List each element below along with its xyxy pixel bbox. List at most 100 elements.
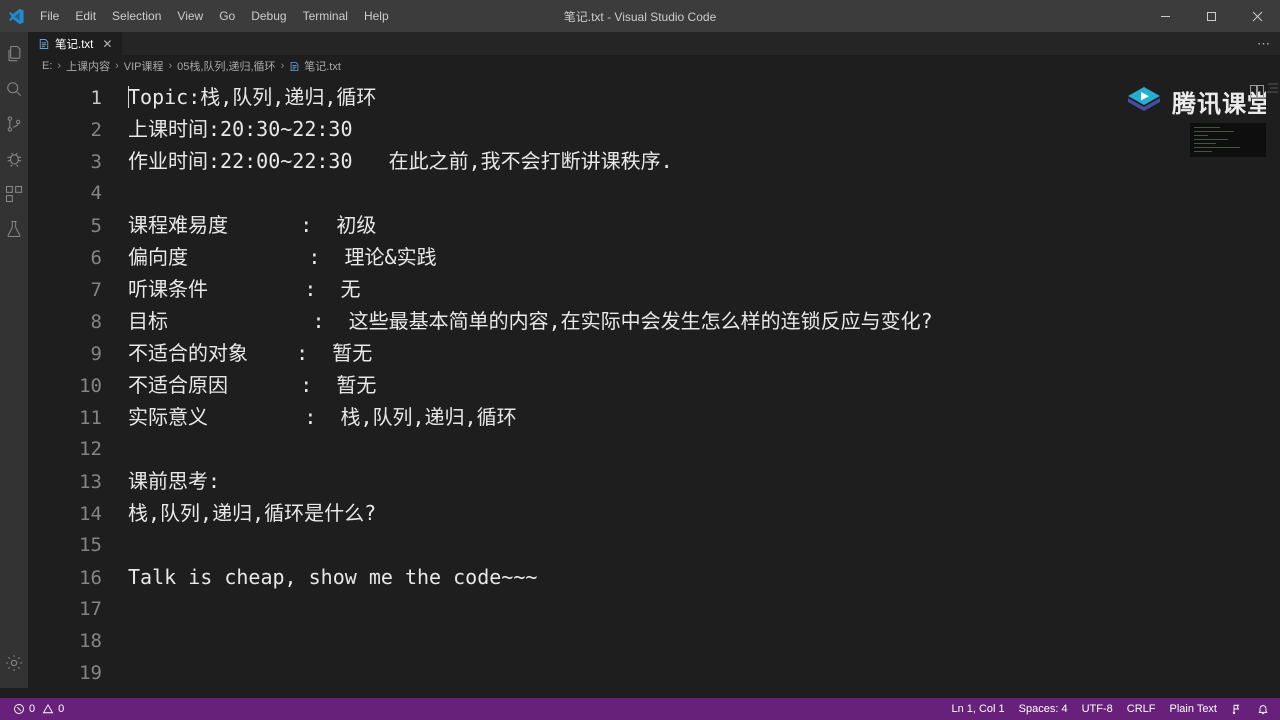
code-line[interactable]: 7 听课条件 : 无: [28, 273, 1280, 305]
line-number: 16: [79, 567, 102, 589]
menu-bar: File Edit Selection View Go Debug Termin…: [32, 0, 397, 32]
line-number: 12: [79, 438, 102, 460]
line-number: 17: [79, 598, 102, 620]
line-number: 9: [90, 343, 102, 365]
code-lines: 1 Topic:栈,队列,递归,循环 2 上课时间:20:30~22:30 3 作业时间:…: [28, 77, 1280, 688]
breadcrumb-separator: ›: [168, 60, 173, 72]
tab-notes-txt[interactable]: 笔记.txt ✕: [28, 32, 124, 55]
code-line[interactable]: 3 作业时间:22:00~22:30 在此之前,我不会打断讲课秩序.: [28, 145, 1280, 177]
breadcrumb-separator: ›: [57, 60, 62, 72]
line-text: 听课条件 : 无: [128, 277, 361, 301]
debug-icon[interactable]: [0, 141, 28, 176]
notifications-bell-icon[interactable]: [1250, 698, 1276, 720]
extensions-icon[interactable]: [0, 176, 28, 211]
line-text: 课程难易度 : 初级: [128, 213, 377, 237]
gear-icon[interactable]: [0, 645, 28, 680]
file-text-icon: [38, 38, 50, 50]
code-line[interactable]: 18: [28, 625, 1280, 657]
vscode-window: File Edit Selection View Go Debug Termin…: [0, 0, 1280, 720]
error-count: 0: [29, 703, 36, 715]
line-text: 栈,队列,递归,循环是什么?: [128, 501, 377, 525]
watermark-thumbnail: [1190, 123, 1266, 157]
breadcrumb-file-label: 笔记.txt: [304, 61, 341, 73]
feedback-icon[interactable]: [1224, 698, 1250, 720]
line-text: 目标 : 这些最基本简单的内容,在实际中会发生怎么样的连锁反应与变化?: [128, 309, 933, 333]
restore-button[interactable]: [1188, 0, 1234, 32]
code-line[interactable]: 6 偏向度 : 理论&实践: [28, 241, 1280, 273]
vscode-logo-icon: [0, 0, 32, 32]
encoding-status[interactable]: UTF-8: [1075, 698, 1120, 720]
line-number: 6: [90, 247, 102, 269]
code-line[interactable]: 15: [28, 529, 1280, 561]
language-mode-status[interactable]: Plain Text: [1163, 698, 1225, 720]
menu-item-edit[interactable]: Edit: [67, 0, 104, 32]
menu-item-selection[interactable]: Selection: [104, 0, 169, 32]
line-number: 5: [90, 215, 102, 237]
close-button[interactable]: [1234, 0, 1280, 32]
breadcrumb-separator: ›: [280, 60, 285, 72]
line-number: 8: [90, 311, 102, 333]
breadcrumb-item-folder-1[interactable]: 上课内容: [66, 58, 110, 74]
more-actions-icon[interactable]: ⋯: [1251, 37, 1276, 50]
line-number: 14: [79, 503, 102, 525]
breadcrumb-item-folder-2[interactable]: VIP课程: [124, 58, 164, 74]
source-control-icon[interactable]: [0, 106, 28, 141]
status-bar: 0 0 Ln 1, Col 1 Spaces: 4 UTF-8 CRLF Pla…: [0, 698, 1280, 720]
line-number: 2: [90, 119, 102, 141]
line-text-content: Topic:栈,队列,递归,循环: [128, 85, 377, 109]
problems-status[interactable]: 0 0: [6, 698, 71, 720]
code-line[interactable]: 16 Talk is cheap, show me the code~~~: [28, 561, 1280, 593]
cursor-position-status[interactable]: Ln 1, Col 1: [944, 698, 1011, 720]
menu-item-view[interactable]: View: [169, 0, 211, 32]
code-line[interactable]: 8 目标 : 这些最基本简单的内容,在实际中会发生怎么样的连锁反应与变化?: [28, 305, 1280, 337]
line-number: 10: [79, 375, 102, 397]
menu-item-help[interactable]: Help: [356, 0, 397, 32]
explorer-icon[interactable]: [0, 36, 28, 71]
breadcrumb-separator: ›: [115, 60, 119, 72]
line-number: 3: [90, 151, 102, 173]
line-text: Talk is cheap, show me the code~~~: [128, 565, 538, 589]
code-editor[interactable]: 1 Topic:栈,队列,递归,循环 2 上课时间:20:30~22:30 3 作业时间:…: [28, 77, 1280, 688]
search-icon[interactable]: [0, 71, 28, 106]
minimize-button[interactable]: [1142, 0, 1188, 32]
line-number: 18: [79, 630, 102, 652]
code-line[interactable]: 2 上课时间:20:30~22:30: [28, 113, 1280, 145]
code-line[interactable]: 12: [28, 433, 1280, 465]
breadcrumb: E: › 上课内容 › VIP课程 › 05栈,队列,递归,循环 › 笔记.tx…: [28, 55, 1280, 77]
line-number: 15: [79, 534, 102, 556]
line-text: 课前思考:: [128, 469, 221, 493]
code-line[interactable]: 13 课前思考:: [28, 465, 1280, 497]
code-line[interactable]: 11 实际意义 : 栈,队列,递归,循环: [28, 401, 1280, 433]
line-text: Topic:栈,队列,递归,循环: [128, 81, 376, 113]
menu-item-file[interactable]: File: [32, 0, 67, 32]
code-line[interactable]: 10 不适合原因 : 暂无: [28, 369, 1280, 401]
window-controls: [1142, 0, 1280, 32]
tab-close-icon[interactable]: ✕: [102, 37, 112, 51]
breadcrumb-item-folder-3[interactable]: 05栈,队列,递归,循环: [177, 58, 275, 74]
tab-bar: 笔记.txt ✕ ⋯: [28, 32, 1280, 55]
line-text: 不适合原因 : 暂无: [128, 373, 377, 397]
menu-item-debug[interactable]: Debug: [243, 0, 294, 32]
breadcrumb-item-file[interactable]: 笔记.txt: [289, 58, 341, 74]
menu-item-go[interactable]: Go: [211, 0, 243, 32]
line-number: 1: [90, 87, 102, 109]
code-line[interactable]: 1 Topic:栈,队列,递归,循环: [28, 81, 1280, 113]
eol-status[interactable]: CRLF: [1120, 698, 1163, 720]
error-icon: [13, 703, 25, 715]
line-number: 7: [90, 279, 102, 301]
line-text: 实际意义 : 栈,队列,递归,循环: [128, 405, 517, 429]
title-bar: File Edit Selection View Go Debug Termin…: [0, 0, 1280, 32]
line-text: 作业时间:22:00~22:30 在此之前,我不会打断讲课秩序.: [128, 149, 673, 173]
breadcrumb-item-drive[interactable]: E:: [42, 60, 52, 72]
code-line[interactable]: 17: [28, 593, 1280, 625]
indentation-status[interactable]: Spaces: 4: [1012, 698, 1075, 720]
code-line[interactable]: 19: [28, 657, 1280, 688]
minimap[interactable]: [1266, 77, 1280, 688]
menu-item-terminal[interactable]: Terminal: [295, 0, 356, 32]
code-line[interactable]: 14 栈,队列,递归,循环是什么?: [28, 497, 1280, 529]
code-line[interactable]: 4: [28, 177, 1280, 209]
testing-flask-icon[interactable]: [0, 211, 28, 246]
code-line[interactable]: 9 不适合的对象 : 暂无: [28, 337, 1280, 369]
code-line[interactable]: 5 课程难易度 : 初级: [28, 209, 1280, 241]
line-text: 偏向度 : 理论&实践: [128, 245, 437, 269]
